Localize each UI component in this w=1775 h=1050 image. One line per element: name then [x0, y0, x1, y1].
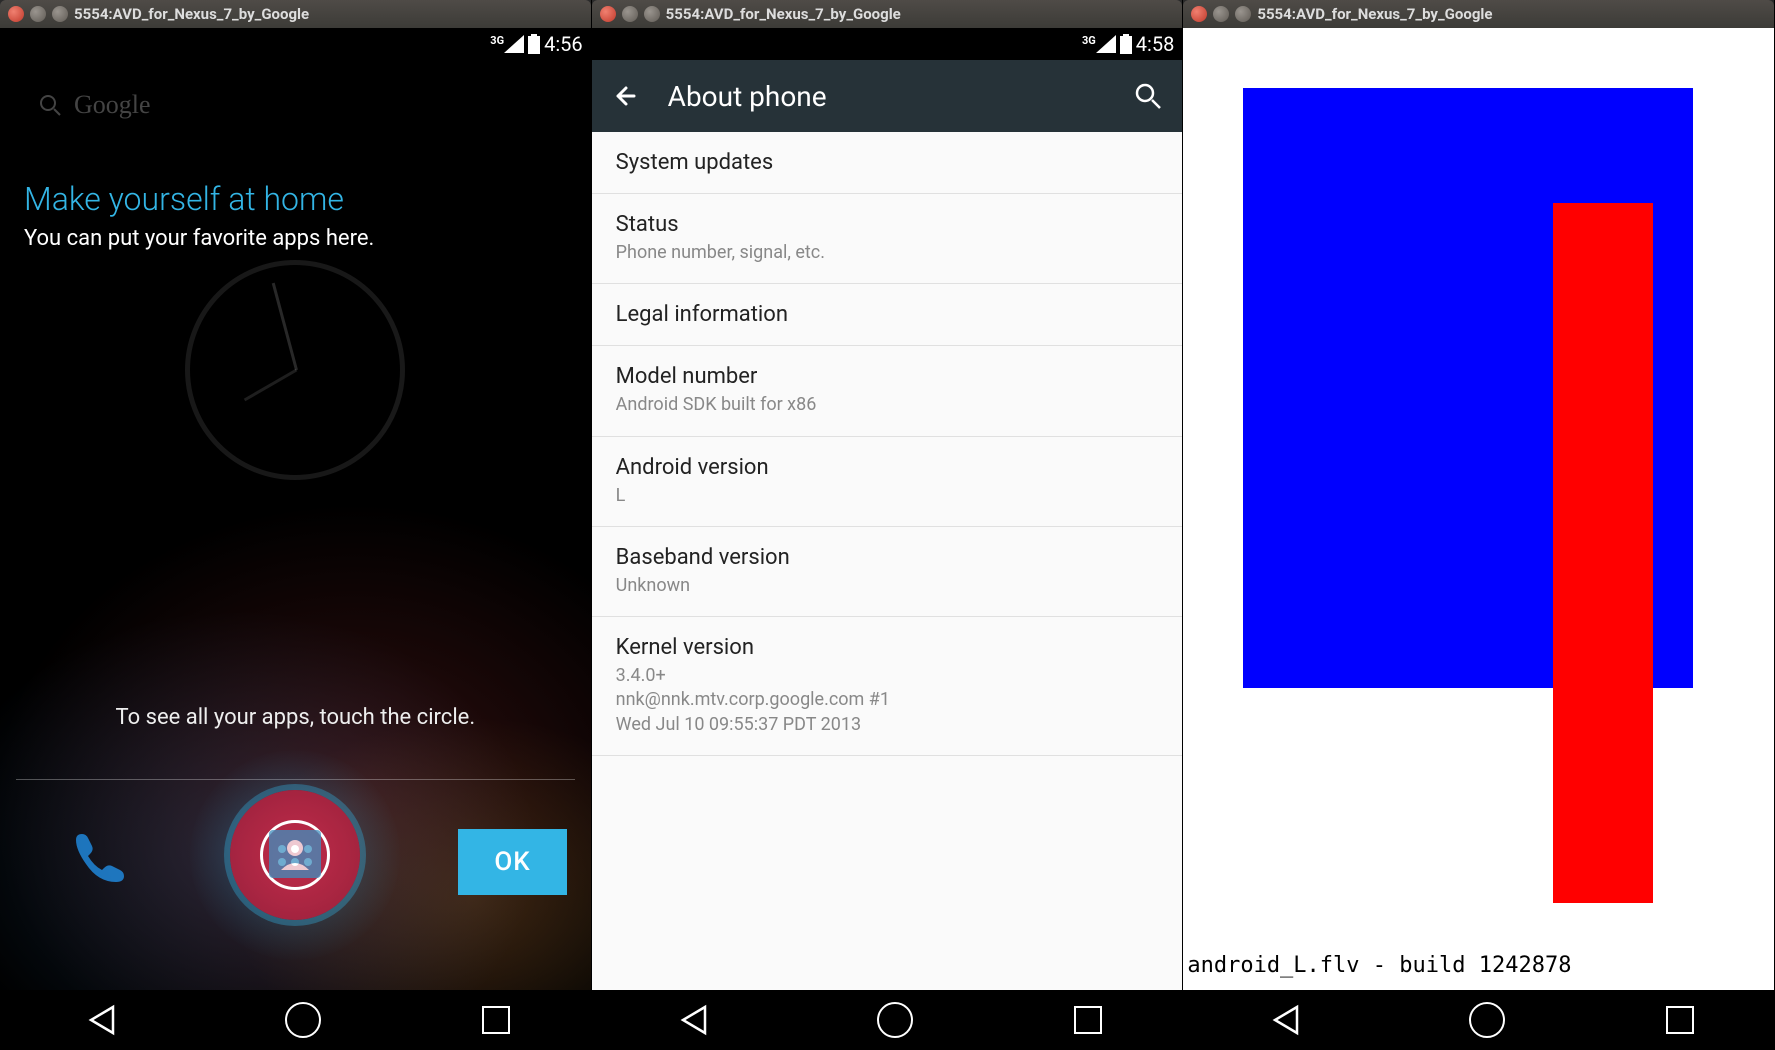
minimize-icon[interactable] [30, 6, 46, 22]
app-bar: About phone [592, 60, 1183, 132]
nav-back-button[interactable] [1264, 998, 1308, 1042]
settings-primary: Model number [616, 364, 1159, 389]
clock-time: 4:56 [544, 32, 583, 56]
settings-item-android-version[interactable]: Android version L [592, 437, 1183, 527]
phone-icon[interactable] [60, 818, 132, 890]
clock-widget[interactable] [185, 260, 405, 480]
window-title: 5554:AVD_for_Nexus_7_by_Google [1257, 5, 1492, 23]
settings-item-model[interactable]: Model number Android SDK built for x86 [592, 346, 1183, 436]
navbar [592, 990, 1183, 1050]
maximize-icon[interactable] [644, 6, 660, 22]
welcome-subtitle: You can put your favorite apps here. [24, 226, 567, 251]
nav-home-button[interactable] [877, 1002, 913, 1038]
settings-primary: Status [616, 212, 1159, 237]
clock-hand-minute [272, 283, 298, 371]
red-rectangle [1553, 203, 1653, 903]
window-titlebar[interactable]: 5554:AVD_for_Nexus_7_by_Google [592, 0, 1183, 28]
emulator-window-home: 5554:AVD_for_Nexus_7_by_Google 3G 4:56 G… [0, 0, 592, 1050]
rgb-test-screen: android_L.flv - build 1242878 [1183, 28, 1774, 990]
navbar [0, 990, 591, 1050]
window-title: 5554:AVD_for_Nexus_7_by_Google [74, 5, 309, 23]
settings-secondary: Android SDK built for x86 [616, 393, 1159, 417]
clock-hand-hour [244, 369, 297, 402]
emulator-window-about: 5554:AVD_for_Nexus_7_by_Google 3G 4:58 A… [592, 0, 1184, 1050]
device-screen-about: 3G 4:58 About phone System upd [592, 28, 1183, 1050]
settings-primary: Legal information [616, 302, 1159, 327]
settings-item-baseband[interactable]: Baseband version Unknown [592, 527, 1183, 617]
back-triangle-icon [85, 1003, 119, 1037]
signal-icon [1096, 35, 1116, 53]
network-label: 3G [1082, 34, 1096, 47]
contacts-icon[interactable] [259, 818, 331, 890]
welcome-title: Make yourself at home [24, 180, 567, 218]
hint-text: To see all your apps, touch the circle. [0, 705, 591, 730]
nav-home-button[interactable] [1469, 1002, 1505, 1038]
nav-back-button[interactable] [80, 998, 124, 1042]
nav-recent-button[interactable] [1074, 1006, 1102, 1034]
settings-list[interactable]: System updates Status Phone number, sign… [592, 132, 1183, 990]
close-icon[interactable] [600, 6, 616, 22]
home-screen[interactable]: Google Make yourself at home You can put… [0, 60, 591, 990]
minimize-icon[interactable] [1213, 6, 1229, 22]
battery-icon [1120, 34, 1132, 54]
back-triangle-icon [1269, 1003, 1303, 1037]
network-label: 3G [490, 34, 504, 47]
minimize-icon[interactable] [622, 6, 638, 22]
battery-icon [528, 34, 540, 54]
about-phone-screen: About phone System updates Status Phone … [592, 60, 1183, 990]
close-icon[interactable] [1191, 6, 1207, 22]
device-screen-rgb: android_L.flv - build 1242878 [1183, 28, 1774, 1050]
emulator-window-rgb: 5554:AVD_for_Nexus_7_by_Google android_L… [1183, 0, 1775, 1050]
settings-secondary: Phone number, signal, etc. [616, 241, 1159, 265]
status-bar[interactable]: 3G 4:58 [592, 28, 1183, 60]
settings-primary: Baseband version [616, 545, 1159, 570]
settings-secondary: 3.4.0+ nnk@nnk.mtv.corp.google.com #1 We… [616, 664, 1159, 737]
nav-back-button[interactable] [672, 998, 716, 1042]
window-titlebar[interactable]: 5554:AVD_for_Nexus_7_by_Google [0, 0, 591, 28]
maximize-icon[interactable] [52, 6, 68, 22]
signal-icon [504, 35, 524, 53]
settings-item-system-updates[interactable]: System updates [592, 132, 1183, 194]
nav-recent-button[interactable] [482, 1006, 510, 1034]
ok-button-label: OK [494, 847, 530, 877]
maximize-icon[interactable] [1235, 6, 1251, 22]
nav-recent-button[interactable] [1666, 1006, 1694, 1034]
search-button[interactable] [1134, 82, 1162, 110]
app-bar-title: About phone [668, 80, 1107, 113]
back-arrow-button[interactable] [612, 82, 640, 110]
settings-primary: Android version [616, 455, 1159, 480]
search-placeholder: Google [74, 90, 151, 120]
settings-secondary: L [616, 484, 1159, 508]
window-title: 5554:AVD_for_Nexus_7_by_Google [666, 5, 901, 23]
device-screen-home: 3G 4:56 Google Make yourself at home You… [0, 28, 591, 1050]
nav-home-button[interactable] [285, 1002, 321, 1038]
back-triangle-icon [677, 1003, 711, 1037]
settings-item-status[interactable]: Status Phone number, signal, etc. [592, 194, 1183, 284]
settings-primary: System updates [616, 150, 1159, 175]
ok-button[interactable]: OK [458, 829, 566, 895]
window-titlebar[interactable]: 5554:AVD_for_Nexus_7_by_Google [1183, 0, 1774, 28]
build-caption: android_L.flv - build 1242878 [1187, 953, 1571, 978]
search-icon [38, 93, 62, 117]
settings-secondary: Unknown [616, 574, 1159, 598]
search-box[interactable]: Google [24, 76, 567, 134]
status-bar[interactable]: 3G 4:56 [0, 28, 591, 60]
navbar [1183, 990, 1774, 1050]
arrow-left-icon [612, 82, 640, 110]
close-icon[interactable] [8, 6, 24, 22]
search-icon [1134, 82, 1162, 110]
clock-time: 4:58 [1136, 32, 1175, 56]
settings-primary: Kernel version [616, 635, 1159, 660]
settings-item-kernel[interactable]: Kernel version 3.4.0+ nnk@nnk.mtv.corp.g… [592, 617, 1183, 756]
settings-item-legal[interactable]: Legal information [592, 284, 1183, 346]
